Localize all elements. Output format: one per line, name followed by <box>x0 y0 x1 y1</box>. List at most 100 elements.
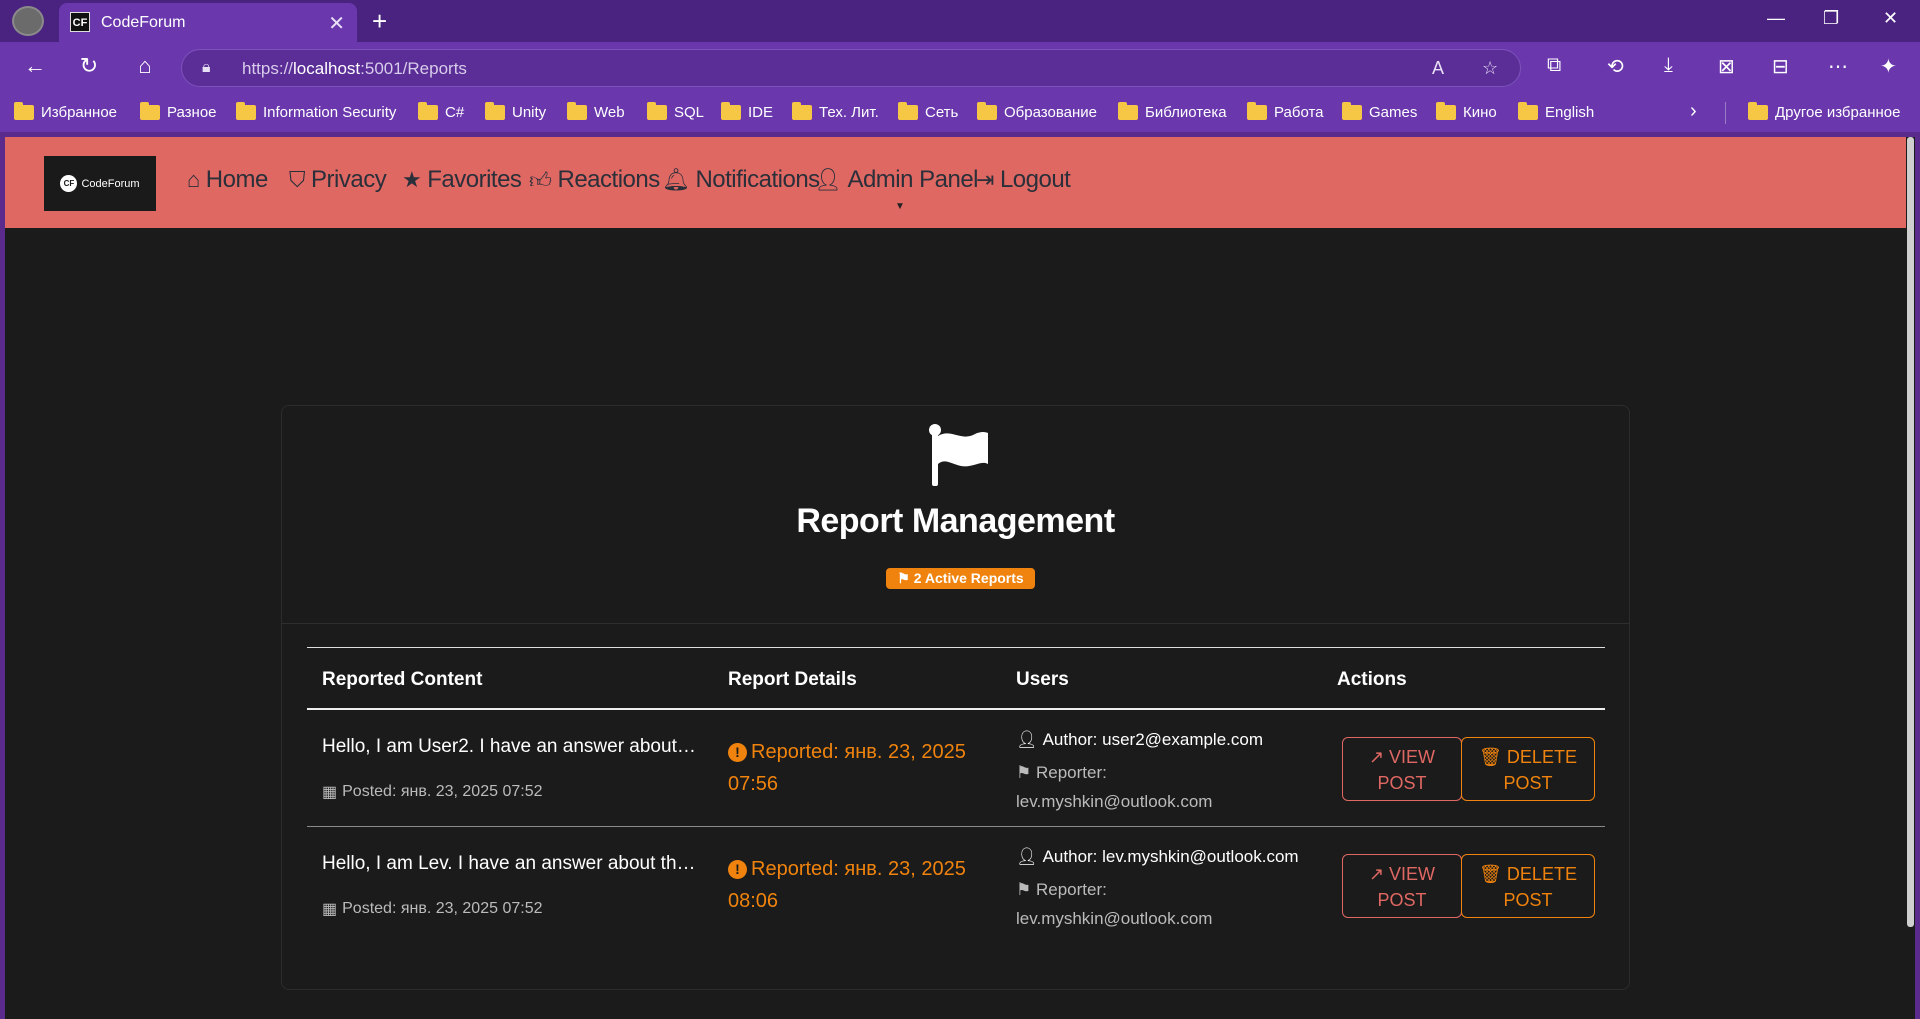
card-header: Report Management ⚑ 2 Active Reports <box>282 406 1629 624</box>
posted-date: ▦ Posted: янв. 23, 2025 07:52 <box>322 783 543 801</box>
favorite-star-icon[interactable]: ☆ <box>1482 58 1498 79</box>
screenshot-icon[interactable]: ⊠ <box>1718 54 1735 79</box>
folder-icon <box>1518 102 1538 120</box>
lock-icon[interactable]: 🔒︎ <box>202 59 211 77</box>
column-header-details: Report Details <box>728 669 857 690</box>
table-header: Reported Content Report Details Users Ac… <box>307 647 1605 710</box>
bookmark-folder[interactable]: Образование <box>977 102 1097 121</box>
active-reports-badge: ⚑ 2 Active Reports <box>886 568 1035 589</box>
calendar-icon: ▦ <box>322 901 338 918</box>
nav-notifications[interactable]: 🔔︎ Notifications <box>662 166 820 194</box>
folder-icon <box>485 102 505 120</box>
reports-card: Report Management ⚑ 2 Active Reports Rep… <box>281 405 1630 990</box>
posted-date: ▦ Posted: янв. 23, 2025 07:52 <box>322 900 543 918</box>
restore-button[interactable]: ❐ <box>1823 8 1839 29</box>
more-menu-icon[interactable]: ⋯ <box>1828 54 1848 79</box>
delete-post-button[interactable]: 🗑︎ DELETE POST <box>1461 737 1595 801</box>
new-tab-button[interactable]: + <box>372 6 387 37</box>
folder-icon <box>647 102 667 120</box>
bookmark-folder[interactable]: Разное <box>140 102 217 121</box>
bookmark-folder[interactable]: SQL <box>647 102 704 121</box>
back-button[interactable]: ← <box>20 53 50 79</box>
browser-tab[interactable]: CF CodeForum ✕ <box>59 3 357 42</box>
reported-content: Hello, I am Lev. I have an answer about … <box>322 853 696 874</box>
url-text: https://localhost:5001/Reports <box>242 59 467 78</box>
page-viewport: CF CodeForum ⌂ Home ⛉ Privacy ★ Favorites 👍… <box>5 137 1906 1019</box>
trash-icon: 🗑︎ <box>1479 864 1502 884</box>
read-aloud-icon[interactable]: A <box>1432 58 1444 79</box>
report-details: ! Reported: янв. 23, 2025 07:56 <box>728 741 966 795</box>
bookmark-folder[interactable]: Сеть <box>898 102 958 121</box>
chevron-right-icon[interactable]: › <box>1690 100 1697 123</box>
other-bookmarks-folder[interactable]: Другое избранное <box>1748 102 1900 121</box>
admin-dropdown-caret-icon[interactable]: ▼ <box>895 201 905 212</box>
copilot-icon[interactable]: ✦ <box>1880 54 1897 79</box>
view-post-button[interactable]: ↗ VIEW POST <box>1342 854 1462 918</box>
bookmark-folder[interactable]: Unity <box>485 102 546 121</box>
flag-icon <box>929 424 988 486</box>
bookmark-folder[interactable]: Библиотека <box>1118 102 1227 121</box>
tab-title: CodeForum <box>101 14 186 31</box>
close-window-button[interactable]: ✕ <box>1883 8 1898 29</box>
folder-icon <box>140 102 160 120</box>
bookmark-folder[interactable]: IDE <box>721 102 773 121</box>
house-icon: ⌂ <box>187 167 200 192</box>
bookmark-folder[interactable]: English <box>1518 102 1594 121</box>
column-header-users: Users <box>1016 669 1069 690</box>
tab-favicon: CF <box>70 12 90 32</box>
site-logo[interactable]: CF CodeForum <box>44 156 156 211</box>
nav-privacy[interactable]: ⛉ Privacy <box>289 166 387 194</box>
external-link-icon: ↗ <box>1368 864 1385 884</box>
reporter: ⚑ Reporter: lev.myshkin@outlook.com <box>1016 880 1213 928</box>
bookmark-folder[interactable]: Работа <box>1247 102 1324 121</box>
nav-home[interactable]: ⌂ Home <box>187 166 268 194</box>
downloads-icon[interactable]: ⤓ <box>1664 54 1673 77</box>
folder-icon <box>977 102 997 120</box>
table-row: Hello, I am User2. I have an answer abou… <box>307 710 1605 827</box>
column-header-actions: Actions <box>1337 669 1407 690</box>
view-post-button[interactable]: ↗ VIEW POST <box>1342 737 1462 801</box>
author: 👤︎ Author: lev.myshkin@outlook.com <box>1016 847 1299 866</box>
home-button[interactable]: ⌂ <box>130 53 160 79</box>
bookmark-folder[interactable]: C# <box>418 102 464 121</box>
delete-post-button[interactable]: 🗑︎ DELETE POST <box>1461 854 1595 918</box>
bookmark-folder[interactable]: Games <box>1342 102 1417 121</box>
bookmark-folder[interactable]: Кино <box>1436 102 1497 121</box>
nav-logout[interactable]: ⇥ Logout <box>976 166 1071 194</box>
logout-icon: ⇥ <box>976 167 994 192</box>
thumbs-up-icon: 👍︎ <box>529 167 552 193</box>
bookmark-folder[interactable]: Избранное <box>14 102 117 121</box>
browser-toolbar: ← ↻ ⌂ 🔒︎ https://localhost:5001/Reports … <box>0 42 1920 94</box>
extensions-icon[interactable]: ⧉ <box>1547 54 1561 77</box>
nav-reactions[interactable]: 👍︎ Reactions <box>529 166 660 194</box>
folder-icon <box>236 102 256 120</box>
browser-tab-strip: CF CodeForum ✕ + — ❐ ✕ <box>0 0 1920 42</box>
scrollbar[interactable] <box>1906 137 1915 1019</box>
reported-content: Hello, I am User2. I have an answer abou… <box>322 736 696 757</box>
scrollbar-thumb[interactable] <box>1907 137 1914 927</box>
column-header-content: Reported Content <box>322 669 483 690</box>
folder-icon <box>792 102 812 120</box>
collections-icon[interactable]: ⊟ <box>1772 54 1789 79</box>
nav-admin-panel[interactable]: 👤︎ Admin Panel <box>814 166 979 194</box>
flag-icon: ⚑ <box>1016 880 1032 899</box>
folder-icon <box>1342 102 1362 120</box>
calendar-icon: ▦ <box>322 784 338 801</box>
bookmark-folder[interactable]: Web <box>567 102 625 121</box>
folder-icon <box>1118 102 1138 120</box>
bookmark-folder[interactable]: Тех. Лит. <box>792 102 879 121</box>
logo-text: CodeForum <box>81 177 140 190</box>
address-bar[interactable]: 🔒︎ https://localhost:5001/Reports A ☆ <box>181 49 1521 87</box>
bookmark-folder[interactable]: Information Security <box>236 102 396 121</box>
minimize-button[interactable]: — <box>1767 8 1785 29</box>
site-navbar: CF CodeForum ⌂ Home ⛉ Privacy ★ Favorites 👍… <box>5 137 1906 228</box>
table-row: Hello, I am Lev. I have an answer about … <box>307 827 1605 944</box>
close-tab-icon[interactable]: ✕ <box>328 11 345 36</box>
profile-avatar[interactable] <box>12 6 44 36</box>
bookmarks-divider <box>1725 102 1726 124</box>
nav-favorites[interactable]: ★ Favorites <box>402 166 522 194</box>
history-icon[interactable]: ⟲ <box>1607 54 1624 79</box>
user-icon: 👤︎ <box>1016 730 1038 749</box>
refresh-button[interactable]: ↻ <box>74 53 104 79</box>
bell-icon: 🔔︎ <box>662 167 690 192</box>
